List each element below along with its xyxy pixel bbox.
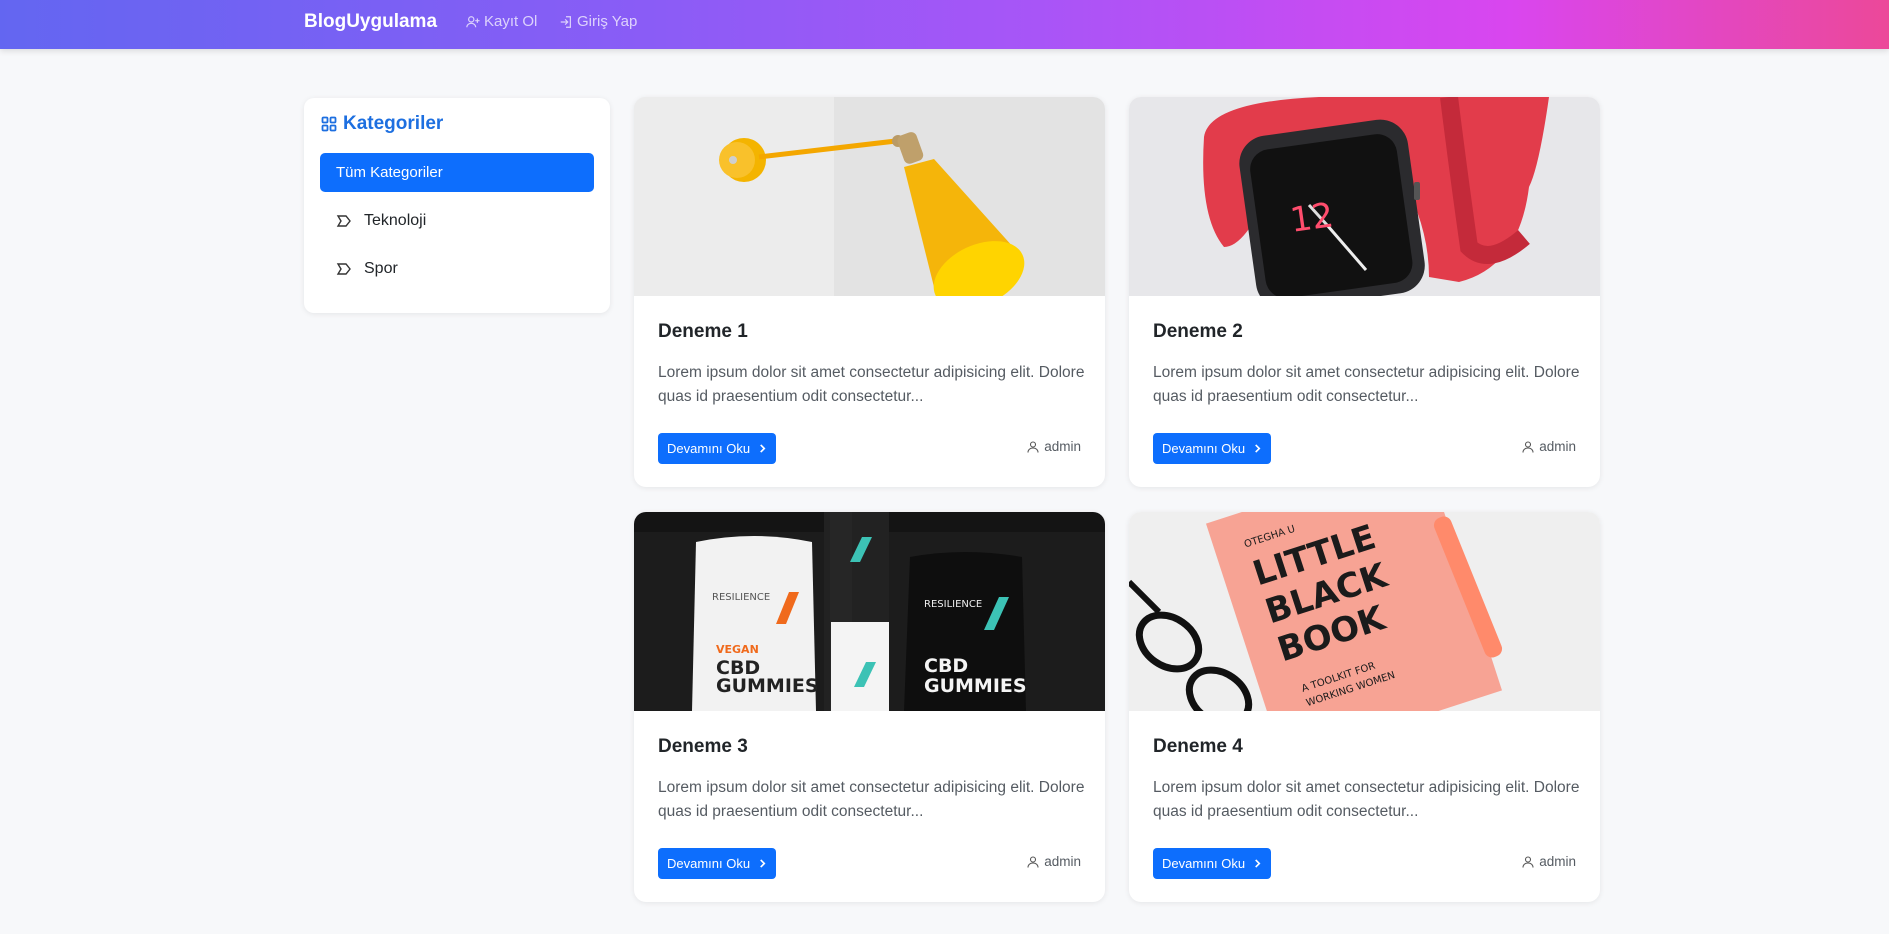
- category-teknoloji[interactable]: Teknoloji: [336, 208, 576, 234]
- read-more-button[interactable]: Devamını Oku: [1153, 433, 1272, 464]
- category-spor[interactable]: Spor: [336, 256, 576, 282]
- login-link[interactable]: Giriş Yap: [559, 13, 637, 30]
- post-card-2: 12 Deneme 2 Lorem ipsum dolor sit amet c…: [1129, 97, 1600, 487]
- read-more-button[interactable]: Devamını Oku: [658, 433, 777, 464]
- category-label: Teknoloji: [364, 212, 427, 229]
- chevron-right-icon: [1255, 859, 1261, 868]
- package-brand-text: RESILIENCE: [712, 592, 770, 603]
- post-card-4: OTEGHA U LITTLE BLACK BOOK A TOOLKIT FOR…: [1129, 512, 1600, 902]
- package-cbd-text-2: CBD: [924, 655, 968, 677]
- read-more-label: Devamını Oku: [667, 441, 751, 456]
- post-image-watch[interactable]: 12: [1129, 97, 1600, 296]
- post-card-3: RESILIENCE VEGAN CBD GUMMIES RESILIENCE …: [634, 512, 1105, 902]
- svg-text:12: 12: [1288, 195, 1336, 241]
- post-title[interactable]: Deneme 2: [1153, 321, 1243, 343]
- author-name: admin: [1539, 854, 1576, 869]
- post-image-book[interactable]: OTEGHA U LITTLE BLACK BOOK A TOOLKIT FOR…: [1129, 512, 1600, 711]
- read-more-label: Devamını Oku: [1162, 441, 1246, 456]
- post-excerpt: Lorem ipsum dolor sit amet consectetur a…: [658, 779, 1085, 820]
- brand-logo-link[interactable]: BlogUygulama: [304, 11, 437, 33]
- post-image-gummies[interactable]: RESILIENCE VEGAN CBD GUMMIES RESILIENCE …: [634, 512, 1105, 711]
- read-more-label: Devamını Oku: [667, 856, 751, 871]
- author-name: admin: [1539, 439, 1576, 454]
- person-icon: [1027, 440, 1039, 453]
- post-excerpt: Lorem ipsum dolor sit amet consectetur a…: [658, 364, 1085, 405]
- post-title[interactable]: Deneme 4: [1153, 736, 1243, 758]
- package-vegan-text: VEGAN: [716, 643, 759, 656]
- grid-icon: [321, 116, 337, 132]
- package-gummies-text-2: GUMMIES: [924, 675, 1027, 697]
- post-image-lamp[interactable]: [634, 97, 1105, 296]
- post-title[interactable]: Deneme 1: [658, 321, 748, 343]
- post-author: admin: [1522, 439, 1576, 454]
- register-label: Kayıt Ol: [484, 13, 538, 30]
- post-author: admin: [1027, 854, 1081, 869]
- read-more-button[interactable]: Devamını Oku: [1153, 848, 1272, 879]
- author-name: admin: [1044, 854, 1081, 869]
- package-brand-text-2: RESILIENCE: [924, 599, 982, 610]
- post-card-1: Deneme 1 Lorem ipsum dolor sit amet cons…: [634, 97, 1105, 487]
- login-icon: [560, 15, 571, 28]
- sidebar-title-text: Kategoriler: [343, 113, 444, 134]
- login-label: Giriş Yap: [577, 13, 638, 30]
- author-name: admin: [1044, 439, 1081, 454]
- tag-icon: [336, 263, 351, 275]
- chevron-right-icon: [760, 859, 766, 868]
- package-gummies-text: GUMMIES: [716, 675, 819, 697]
- person-icon: [1522, 440, 1534, 453]
- sidebar-title: Kategoriler: [321, 113, 443, 135]
- chevron-right-icon: [760, 444, 766, 453]
- chevron-right-icon: [1255, 444, 1261, 453]
- post-excerpt: Lorem ipsum dolor sit amet consectetur a…: [1153, 364, 1580, 405]
- post-title[interactable]: Deneme 3: [658, 736, 748, 758]
- tag-icon: [336, 215, 351, 227]
- person-icon: [1522, 855, 1534, 868]
- user-plus-icon: [466, 15, 480, 27]
- categories-sidebar: Kategoriler Tüm Kategoriler Teknoloji Sp…: [304, 98, 610, 313]
- post-author: admin: [1027, 439, 1081, 454]
- category-label: Spor: [364, 260, 398, 277]
- post-excerpt: Lorem ipsum dolor sit amet consectetur a…: [1153, 779, 1580, 820]
- read-more-button[interactable]: Devamını Oku: [658, 848, 777, 879]
- top-navbar: BlogUygulama Kayıt Ol Giriş Yap: [0, 0, 1889, 49]
- register-link[interactable]: Kayıt Ol: [466, 13, 537, 30]
- person-icon: [1027, 855, 1039, 868]
- read-more-label: Devamını Oku: [1162, 856, 1246, 871]
- category-all[interactable]: Tüm Kategoriler: [320, 153, 594, 192]
- post-author: admin: [1522, 854, 1576, 869]
